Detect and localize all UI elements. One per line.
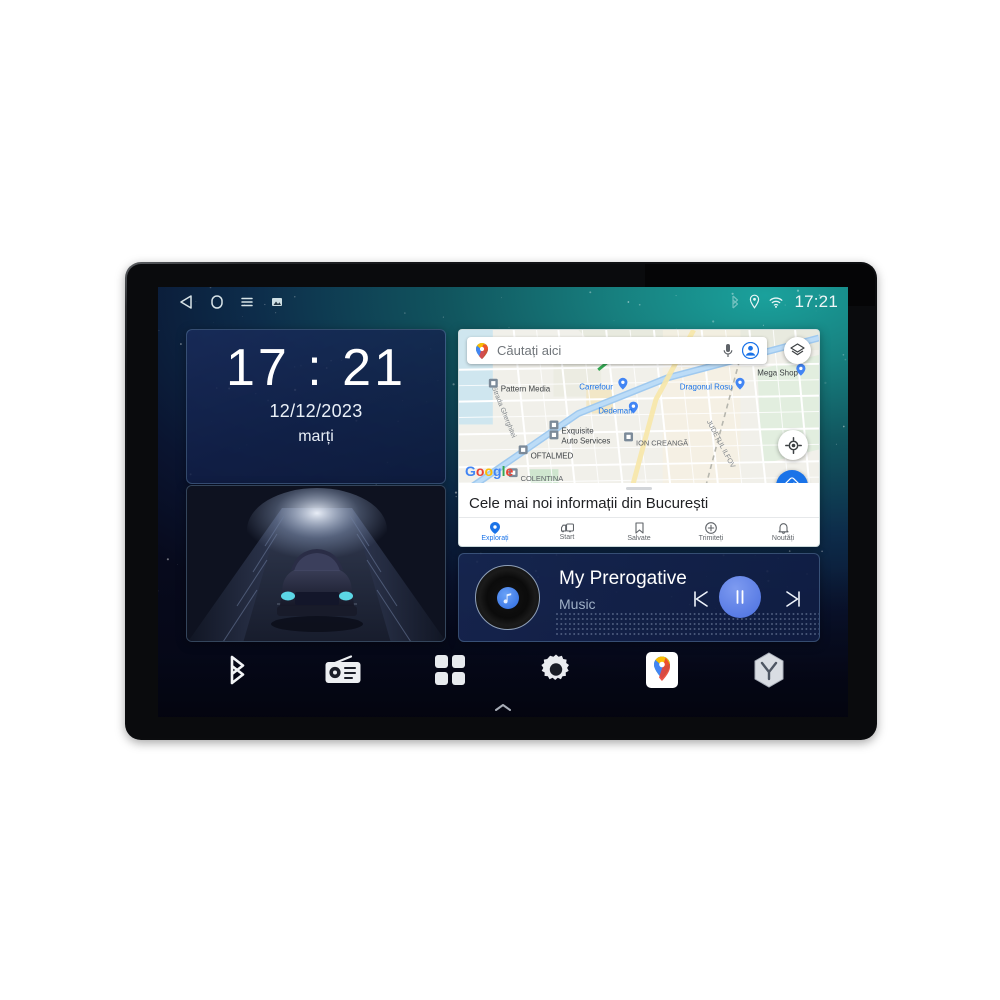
svg-text:ION CREANGĂ: ION CREANGĂ <box>636 438 688 447</box>
status-indicators: 17:21 <box>729 292 838 312</box>
google-logo: Google <box>465 463 513 479</box>
track-title: My Prerogative <box>559 568 687 589</box>
bookmark-icon <box>634 521 644 534</box>
svg-text:Exquisite: Exquisite <box>561 426 594 435</box>
svg-text:JUDEȚUL ILFOV: JUDEȚUL ILFOV <box>705 419 736 469</box>
my-location-icon[interactable] <box>778 430 808 460</box>
map-search-placeholder: Căutați aici <box>497 343 562 358</box>
next-track-button[interactable] <box>779 585 807 613</box>
sheet-title: Cele mai noi informații din București <box>469 495 709 512</box>
map-tab-salvate[interactable]: Salvate <box>603 518 675 545</box>
map-tab-label: Trimiteți <box>698 534 724 542</box>
head-unit-device: 17:21 17 : 21 12/12/2023 marți Strada Gh… <box>125 262 877 740</box>
clock-weekday: marți <box>298 428 334 445</box>
music-note-icon <box>496 586 519 609</box>
svg-text:Carrefour: Carrefour <box>579 383 613 392</box>
clock-widget[interactable]: 17 : 21 12/12/2023 marți <box>186 329 446 484</box>
svg-text:Pattern Media: Pattern Media <box>501 385 551 394</box>
screenshot-icon[interactable] <box>262 291 292 313</box>
account-avatar-icon[interactable] <box>742 342 759 359</box>
map-tab-label: Start <box>559 534 575 541</box>
location-icon <box>750 294 760 309</box>
contribute-plus-icon <box>705 521 717 534</box>
dock-item-bluetooth[interactable] <box>214 647 260 693</box>
car-road-illustration <box>187 486 445 641</box>
app-dock <box>158 641 848 699</box>
svg-text:OFTALMED: OFTALMED <box>531 451 574 460</box>
equalizer-pattern <box>556 613 819 635</box>
chevron-up-icon[interactable] <box>494 703 512 712</box>
map-tab-start[interactable]: Start <box>531 518 603 545</box>
status-clock: 17:21 <box>794 292 838 311</box>
map-tab-noutăți[interactable]: Noutăți <box>747 518 819 545</box>
map-tab-label: Salvate <box>627 534 651 542</box>
map-tab-label: Explorați <box>481 534 509 542</box>
layers-icon[interactable] <box>784 337 811 364</box>
wifi-icon <box>770 297 783 308</box>
menu-icon[interactable] <box>232 291 262 313</box>
commute-icon <box>560 522 574 533</box>
map-tab-explorați[interactable]: Explorați <box>459 518 531 545</box>
map-bottom-sheet[interactable]: Cele mai noi informații din București Ex… <box>459 483 819 546</box>
bluetooth-icon <box>732 295 739 309</box>
pause-button[interactable] <box>719 576 761 618</box>
dock-item-radio[interactable] <box>320 647 366 693</box>
clock-date: 12/12/2023 <box>269 401 363 421</box>
svg-text:COLENTINA: COLENTINA <box>521 474 564 483</box>
clock-time: 17 : 21 <box>225 339 407 397</box>
back-icon[interactable] <box>172 291 202 313</box>
svg-text:Dragonul Rosu: Dragonul Rosu <box>680 383 733 392</box>
bell-icon <box>777 522 789 534</box>
svg-text:Auto Services: Auto Services <box>561 436 610 445</box>
maps-pin-icon <box>476 342 488 359</box>
microphone-icon[interactable] <box>722 343 734 358</box>
google-maps-widget[interactable]: Strada Gherghitei JUDEȚUL ILFOV Mega Shop… <box>458 329 820 547</box>
dock-item-maps[interactable] <box>639 647 685 693</box>
explore-pin-icon <box>490 521 500 534</box>
svg-text:Google: Google <box>465 463 513 479</box>
home-icon[interactable] <box>202 291 232 313</box>
previous-track-button[interactable] <box>687 585 715 613</box>
dock-item-settings[interactable] <box>533 647 579 693</box>
device-bezel: 17:21 17 : 21 12/12/2023 marți Strada Gh… <box>127 264 875 738</box>
track-subtitle: Music <box>559 596 596 612</box>
android-screen[interactable]: 17:21 17 : 21 12/12/2023 marți Strada Gh… <box>158 287 848 717</box>
music-player-widget[interactable]: My Prerogative Music <box>458 553 820 642</box>
map-tab-label: Noutăți <box>771 534 795 542</box>
album-art-vinyl[interactable] <box>475 565 540 630</box>
map-tab-trimiteți[interactable]: Trimiteți <box>675 518 747 545</box>
svg-text:Mega Shop: Mega Shop <box>757 369 798 378</box>
dock-item-apps[interactable] <box>427 647 473 693</box>
status-bar: 17:21 <box>158 287 848 317</box>
svg-text:Strada Gherghitei: Strada Gherghitei <box>490 386 517 440</box>
map-search-bar[interactable]: Căutați aici <box>467 337 767 364</box>
map-tab-bar: Explorați Start Salvate Trimiteți Noutăț… <box>459 517 819 545</box>
dock-item-navi[interactable] <box>746 647 792 693</box>
svg-text:Dedeman: Dedeman <box>598 407 632 416</box>
car-road-widget[interactable] <box>186 485 446 642</box>
